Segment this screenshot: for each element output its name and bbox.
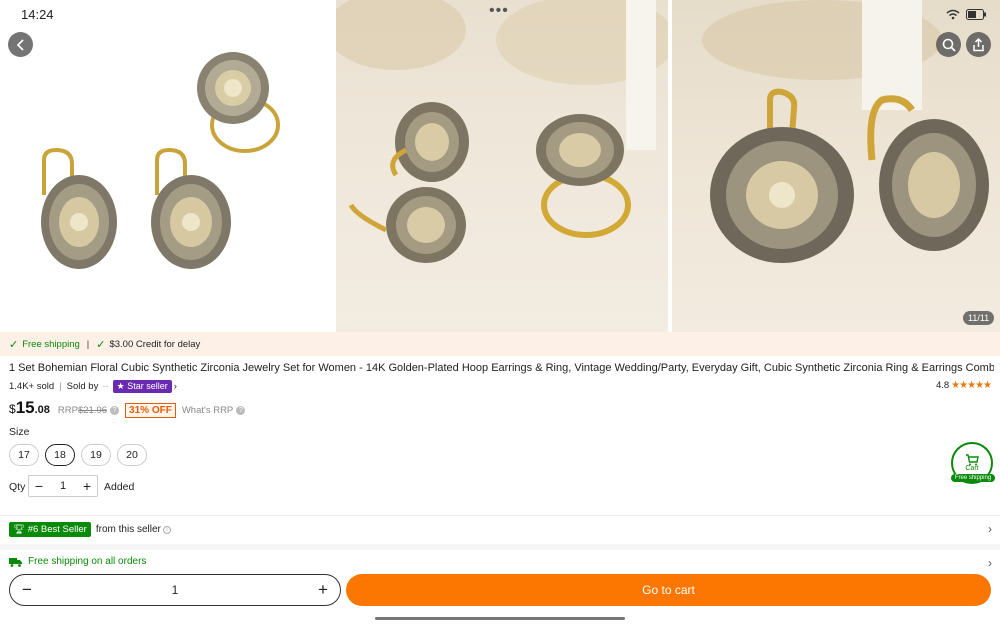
free-shipping-row[interactable]: Free shipping on all orders — [9, 556, 146, 567]
size-option-18[interactable]: 18 — [45, 444, 75, 466]
floating-cart-button[interactable]: Cart Free shipping — [951, 442, 995, 484]
rrp: RRP$21.96? — [58, 405, 120, 416]
rrp-value: $21.96 — [77, 405, 108, 416]
check-icon: ✓ — [96, 338, 106, 351]
decrement-button[interactable]: − — [20, 580, 34, 600]
best-seller-text: from this seller — [95, 524, 161, 535]
whats-rrp-link[interactable]: What's RRP? — [182, 405, 246, 416]
search-button[interactable] — [936, 32, 961, 57]
rating-value: 4.8 — [935, 380, 950, 391]
go-to-cart-button[interactable]: Go to cart — [346, 574, 991, 606]
back-button[interactable] — [8, 32, 33, 57]
quantity-stepper: − 1 + — [28, 475, 98, 497]
battery-icon — [966, 7, 986, 25]
size-option-20[interactable]: 20 — [117, 444, 147, 466]
best-seller-badge: 🏆︎ #6 Best Seller — [9, 522, 91, 537]
credit-label: $3.00 Credit for delay — [109, 338, 201, 350]
increment-button[interactable]: + — [316, 580, 330, 600]
banner-separator: | — [86, 338, 90, 350]
size-option-19[interactable]: 19 — [81, 444, 111, 466]
discount-badge: 31% OFF — [125, 403, 176, 418]
info-icon[interactable]: i — [162, 525, 171, 534]
star-seller-badge[interactable]: ★ Star seller — [112, 380, 172, 393]
size-option-17[interactable]: 17 — [9, 444, 39, 466]
cart-label: Cart — [965, 465, 979, 472]
bottom-quantity-value[interactable]: 1 — [172, 583, 179, 597]
shipping-banner[interactable]: ✓ Free shipping | ✓ $3.00 Credit for del… — [0, 332, 1000, 356]
status-icons — [946, 7, 986, 25]
section-gap — [0, 544, 1000, 550]
cart-free-shipping-badge: Free shipping — [951, 474, 995, 482]
price-row: $ 15 .08 RRP$21.96? 31% OFF What's RRP? — [9, 398, 246, 418]
chevron-right-icon[interactable]: › — [988, 522, 992, 536]
gallery-image-2[interactable] — [336, 0, 668, 332]
increment-button[interactable]: + — [77, 478, 97, 494]
bottom-quantity-stepper: − 1 + — [9, 574, 341, 606]
quantity-value[interactable]: 1 — [60, 480, 66, 492]
price-currency: $ — [9, 402, 16, 416]
help-icon: ? — [236, 405, 246, 415]
divider — [0, 515, 1000, 516]
sold-count: 1.4K+ sold — [9, 381, 55, 392]
product-gallery[interactable]: 14:24 ••• 11/11 — [0, 0, 1000, 332]
search-icon — [942, 38, 956, 52]
wifi-icon — [946, 7, 960, 25]
status-time: 14:24 — [21, 7, 54, 22]
share-icon — [973, 37, 984, 51]
decrement-button[interactable]: − — [29, 478, 49, 494]
free-shipping-all-label: Free shipping on all orders — [28, 556, 147, 567]
added-label: Added — [104, 481, 135, 493]
check-icon: ✓ — [9, 338, 19, 351]
free-shipping-label: Free shipping — [22, 338, 80, 350]
chevron-right-icon[interactable]: › — [174, 381, 177, 392]
product-meta: 1.4K+ sold | Sold by -- ★ Star seller › — [9, 380, 177, 393]
chevron-right-icon[interactable]: › — [988, 556, 992, 570]
qty-label: Qty — [9, 481, 26, 493]
truck-icon — [9, 557, 22, 567]
price-whole: 15 — [15, 398, 35, 417]
seller-name[interactable]: -- — [102, 381, 108, 392]
chevron-left-icon — [16, 38, 24, 51]
image-counter: 11/11 — [963, 311, 995, 325]
more-dots-icon[interactable]: ••• — [489, 2, 509, 20]
rating[interactable]: 4.8 ★★★★★ — [935, 380, 992, 391]
price-decimal: .08 — [34, 404, 50, 416]
home-indicator[interactable] — [375, 617, 625, 620]
size-options: 17 18 19 20 — [9, 444, 147, 466]
best-seller-row[interactable]: 🏆︎ #6 Best Seller from this seller i — [9, 522, 171, 537]
sold-by-label: Sold by — [66, 381, 99, 392]
gallery-image-1[interactable] — [0, 0, 336, 332]
help-icon[interactable]: ? — [110, 405, 120, 415]
share-button[interactable] — [966, 32, 991, 57]
product-title: 1 Set Bohemian Floral Cubic Synthetic Zi… — [9, 362, 994, 374]
rating-stars: ★★★★★ — [951, 380, 992, 391]
size-label: Size — [9, 426, 30, 438]
